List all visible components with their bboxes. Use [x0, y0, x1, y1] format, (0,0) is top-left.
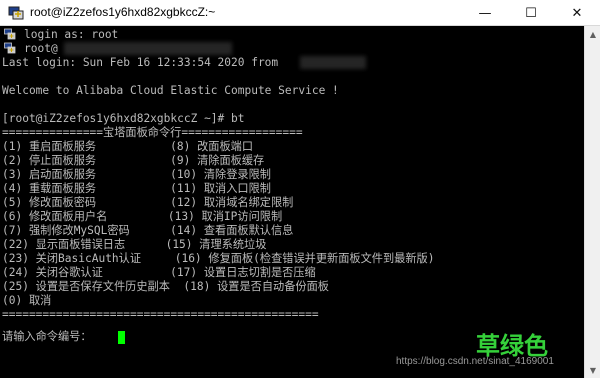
terminal-line-menu-item: (25) 设置是否保存文件历史副本 (18) 设置是否自动备份面板: [2, 280, 329, 293]
terminal-line-last-login: Last login: Sun Feb 16 12:33:54 2020 fro…: [2, 56, 279, 69]
terminal-line-menu-item: (7) 强制修改MySQL密码 (14) 查看面板默认信息: [2, 224, 294, 237]
redacted-ip: [300, 56, 366, 69]
terminal-line-prompt: 请输入命令编号：: [2, 330, 92, 343]
putty-app-icon: [8, 6, 24, 20]
putty-login-icon: [4, 28, 16, 40]
terminal-line-menu-item: (0) 取消: [2, 294, 52, 307]
vertical-scrollbar[interactable]: ▲ ▼: [584, 26, 600, 378]
terminal-line-bt-command: [root@iZ2zefos1y6hxd82xgbkccZ ~]# bt: [2, 112, 245, 125]
redacted-hostname: [64, 42, 232, 55]
text-cursor: [118, 331, 125, 344]
terminal-line-menu-item: (4) 重载面板服务 (11) 取消入口限制: [2, 182, 271, 195]
maximize-button[interactable]: ☐: [508, 0, 554, 26]
terminal-line-menu-item: (23) 关闭BasicAuth认证 (16) 修复面板(检查错误并更新面板文件…: [2, 252, 435, 265]
terminal-line-welcome: Welcome to Alibaba Cloud Elastic Compute…: [2, 84, 339, 97]
terminal-line-menu-item: (22) 显示面板错误日志 (15) 清理系统垃圾: [2, 238, 267, 251]
terminal-line-menu-item: (6) 修改面板用户名 (13) 取消IP访问限制: [2, 210, 283, 223]
putty-login-icon: [4, 42, 16, 54]
terminal-line-menu-item: (5) 修改面板密码 (12) 取消域名绑定限制: [2, 196, 294, 209]
terminal-line-menu-item: (2) 停止面板服务 (9) 清除面板缓存: [2, 154, 265, 167]
terminal-line-login-as: login as: root: [24, 28, 119, 41]
terminal-window: root@iZ2zefos1y6hxd82xgbkccZ:~ — ☐ ✕ log…: [0, 0, 600, 378]
window-title: root@iZ2zefos1y6hxd82xgbkccZ:~: [30, 5, 216, 19]
scroll-up-arrow-icon[interactable]: ▲: [585, 26, 600, 42]
terminal-line-menu-header: ===============宝塔面板命令行==================: [2, 126, 303, 139]
close-button[interactable]: ✕: [554, 0, 600, 26]
terminal-line-menu-footer: ========================================…: [2, 308, 319, 321]
terminal-line-menu-item: (1) 重启面板服务 (8) 改面板端口: [2, 140, 254, 153]
terminal-line-menu-item: (3) 启动面板服务 (10) 清除登录限制: [2, 168, 271, 181]
terminal-line-root-user: root@: [24, 42, 58, 55]
terminal-line-menu-item: (24) 关闭谷歌认证 (17) 设置日志切割是否压缩: [2, 266, 316, 279]
title-bar[interactable]: root@iZ2zefos1y6hxd82xgbkccZ:~ — ☐ ✕: [0, 0, 600, 26]
scroll-down-arrow-icon[interactable]: ▼: [585, 362, 600, 378]
watermark-url: https://blog.csdn.net/sinat_4169001: [396, 356, 554, 367]
minimize-button[interactable]: —: [462, 0, 508, 26]
